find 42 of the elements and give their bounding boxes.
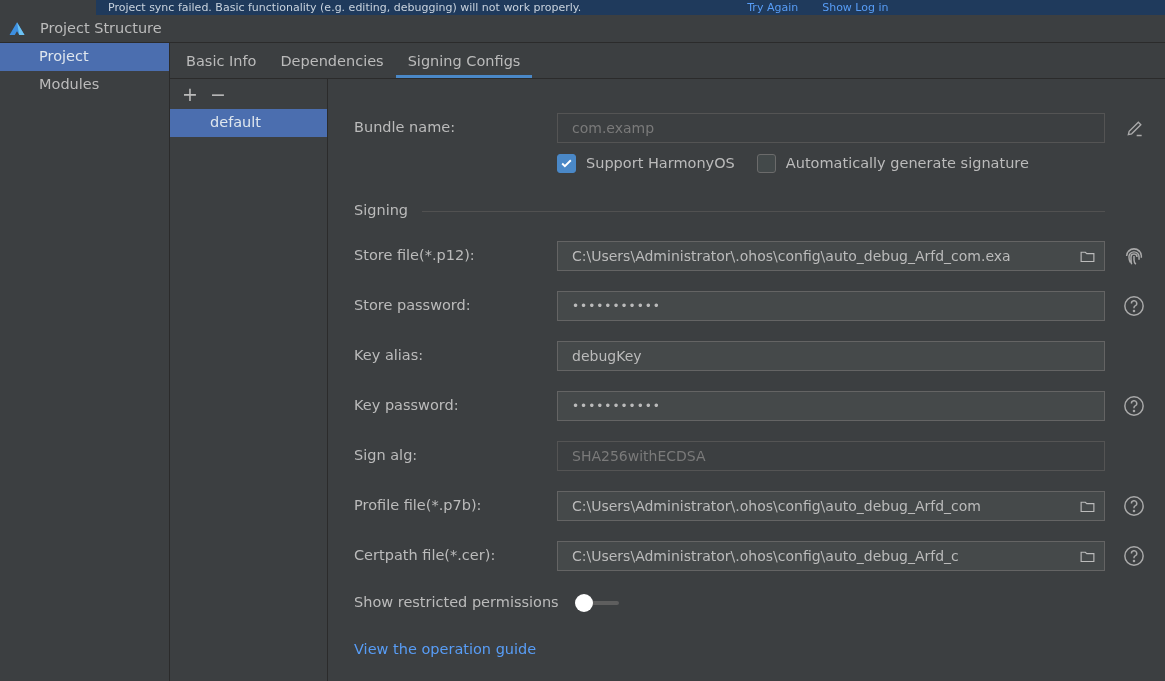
input-field[interactable]: C:\Users\Administrator\.ohos\config\auto_debug_Arfd_com	[557, 491, 1105, 521]
banner-link[interactable]: Show Log in	[822, 0, 889, 15]
remove-button[interactable]: −	[209, 83, 226, 105]
help-icon[interactable]	[1123, 545, 1145, 567]
field-label: Bundle name:	[354, 118, 457, 138]
input-field: com.examp	[557, 113, 1105, 143]
input-field[interactable]: •••••••••••	[557, 291, 1105, 321]
input-field[interactable]: •••••••••••	[557, 391, 1105, 421]
fingerprint-icon[interactable]	[1123, 245, 1145, 267]
input-field: SHA256withECDSA	[557, 441, 1105, 471]
toggle-switch[interactable]	[574, 593, 619, 613]
checkbox[interactable]	[557, 154, 576, 174]
input-field[interactable]: C:\Users\Administrator\.ohos\config\auto_debug_Arfd_c	[557, 541, 1105, 571]
sidebar-item[interactable]: Modules	[0, 70, 169, 99]
help-icon[interactable]	[1123, 295, 1145, 317]
help-icon[interactable]	[1123, 395, 1145, 417]
field-label: Profile file(*.p7b):	[354, 496, 483, 516]
add-button[interactable]: +	[182, 83, 198, 105]
section-title: Signing	[354, 201, 409, 221]
tab[interactable]: Basic Info	[174, 43, 269, 78]
checkbox-label: Automatically generate signature	[785, 154, 1029, 173]
field-label: Key alias:	[354, 346, 425, 366]
config-item[interactable]: default	[170, 109, 327, 137]
tab[interactable]: Dependencies	[268, 43, 396, 78]
edit-icon[interactable]	[1125, 118, 1145, 138]
sidebar-item[interactable]: Project	[0, 43, 169, 71]
guide-link[interactable]: View the operation guide	[354, 639, 537, 661]
checkbox-label: Support HarmonyOS	[586, 154, 735, 173]
banner-link[interactable]: Try Again	[747, 0, 799, 15]
toggle-label: Show restricted permissions	[354, 593, 559, 613]
window-title: Project Structure	[40, 18, 162, 38]
field-label: Sign alg:	[354, 446, 419, 466]
field-label: Store file(*.p12):	[354, 246, 476, 266]
field-label: Certpath file(*.cer):	[354, 546, 497, 566]
input-field[interactable]: debugKey	[557, 341, 1105, 371]
help-icon[interactable]	[1123, 495, 1145, 517]
field-label: Key password:	[354, 396, 460, 416]
tab[interactable]: Signing Configs	[395, 43, 533, 78]
field-label: Store password:	[354, 296, 472, 316]
banner-message: Project sync failed. Basic functionality (e.g. editing, debugging) will not work properly.	[108, 0, 582, 15]
input-field[interactable]: C:\Users\Administrator\.ohos\config\auto_debug_Arfd_com.exa	[557, 241, 1105, 271]
checkbox[interactable]	[756, 154, 776, 174]
